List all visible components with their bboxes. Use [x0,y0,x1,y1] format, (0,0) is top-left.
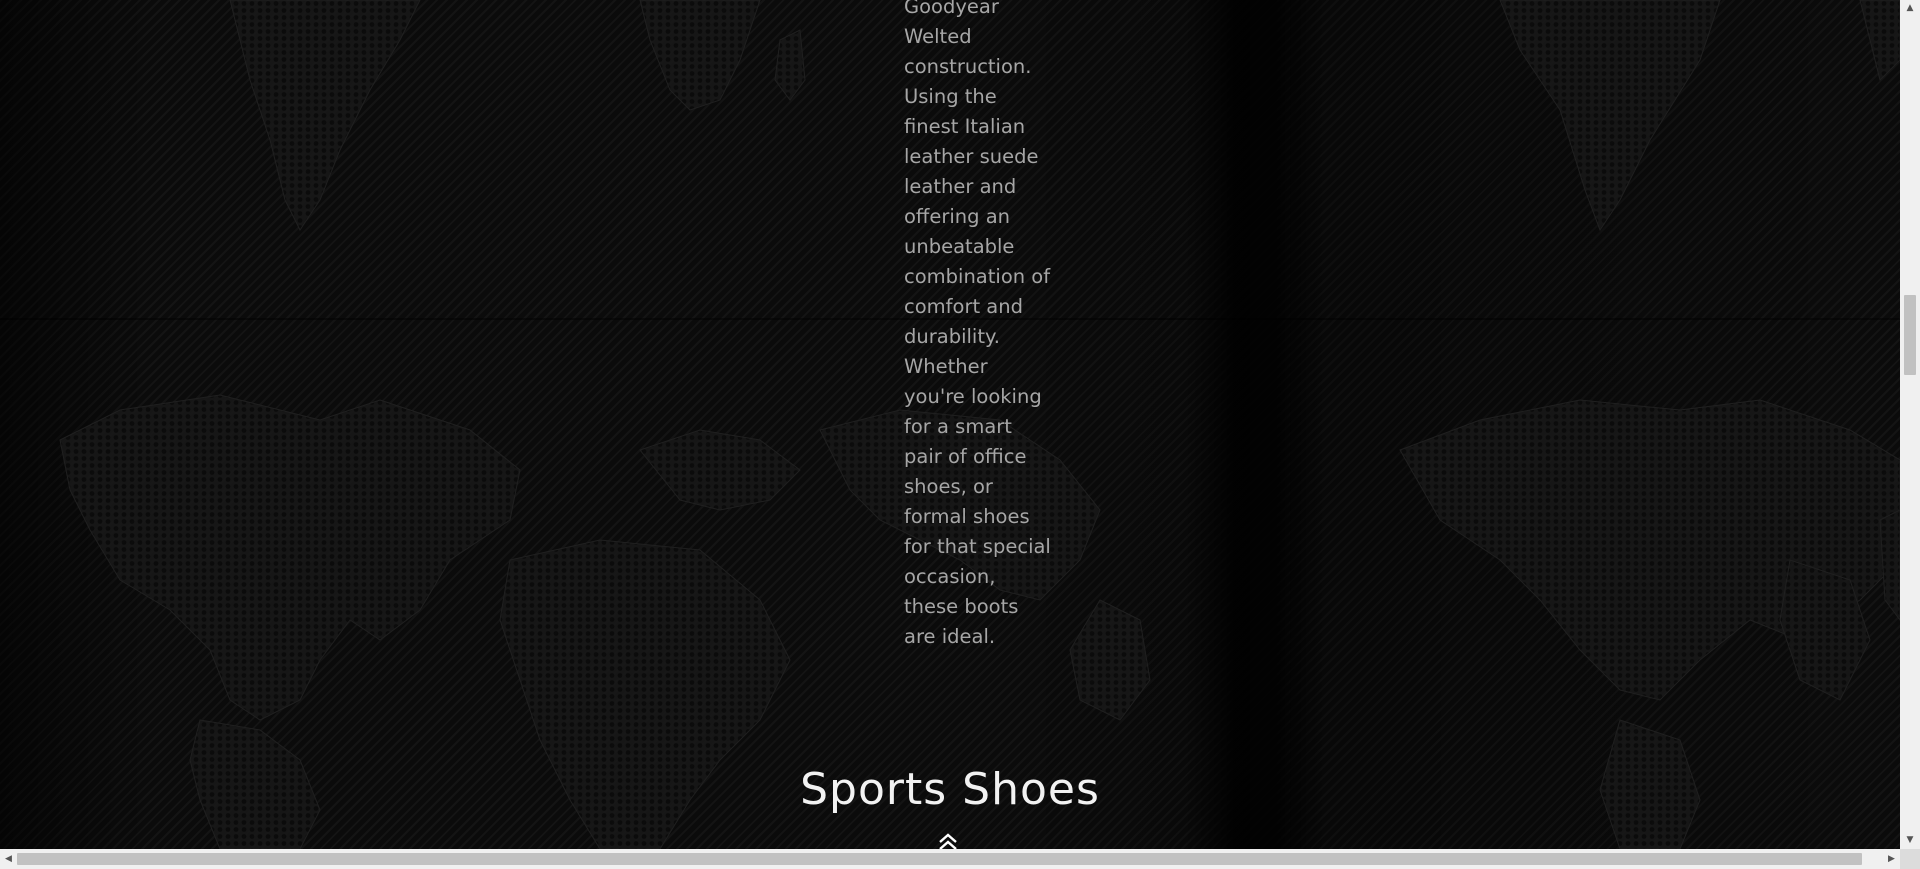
triangle-left-icon[interactable]: ◀ [0,849,17,869]
vertical-scrollbar[interactable]: ▲ ▼ [1900,0,1920,849]
horizontal-scrollbar-thumb[interactable] [17,853,1862,865]
product-description: Goodyear Welted construction. Using the … [904,0,1051,648]
scrollbar-corner [1900,849,1920,869]
vertical-scrollbar-thumb[interactable] [1904,295,1916,375]
triangle-down-icon[interactable]: ▼ [1900,832,1920,849]
chevron-double-up-icon[interactable] [937,833,959,849]
triangle-up-icon[interactable]: ▲ [1900,0,1920,17]
page-viewport: Goodyear Welted construction. Using the … [0,0,1900,849]
horizontal-scrollbar[interactable]: ◀ ▶ [0,849,1900,869]
triangle-right-icon[interactable]: ▶ [1883,849,1900,869]
section-title-sports-shoes: Sports Shoes [800,764,1100,815]
